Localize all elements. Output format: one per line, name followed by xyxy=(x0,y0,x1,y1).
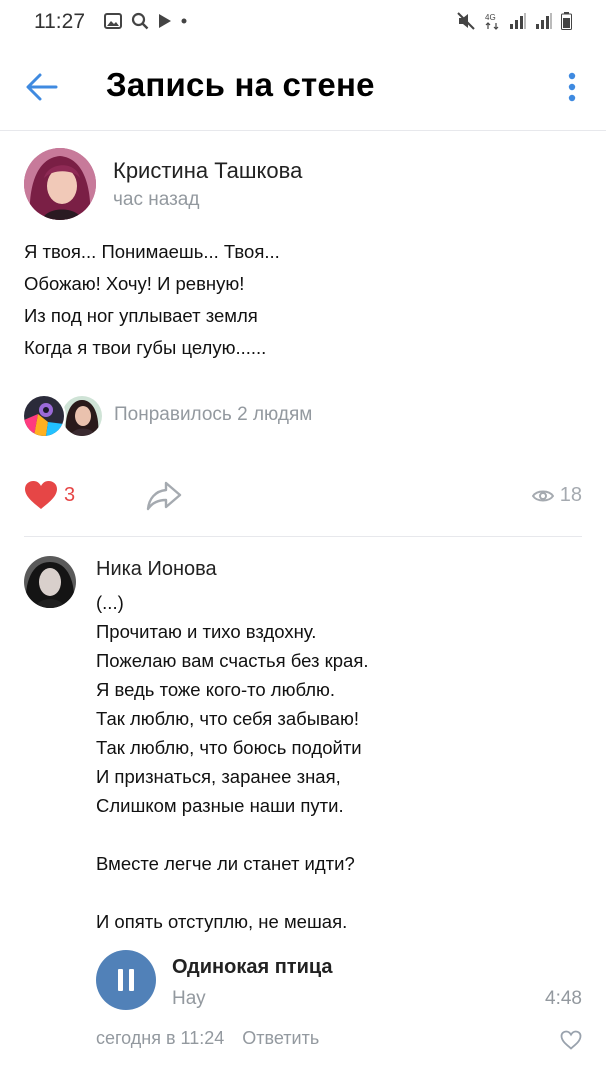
comment-text-line: Так люблю, что себя забываю! xyxy=(96,708,359,729)
eye-icon xyxy=(531,490,554,501)
page-title: Запись на стене xyxy=(106,66,375,103)
pause-button[interactable] xyxy=(96,950,156,1010)
status-bar: 11:27 4G xyxy=(0,0,606,44)
comment-text-line: Слишком разные наши пути. xyxy=(96,795,344,816)
post-text-line: Когда я твои губы целую...... xyxy=(24,337,267,358)
search-icon xyxy=(131,12,149,30)
views-count: 18 xyxy=(559,484,582,506)
track-title: Одинокая птица xyxy=(172,956,333,978)
comment-like-button[interactable] xyxy=(560,1030,582,1050)
liker-avatar xyxy=(60,394,104,438)
share-button[interactable] xyxy=(146,480,182,512)
comment-text-line: Прочитаю и тихо вздохну. xyxy=(96,621,317,642)
track-artist[interactable]: Нау xyxy=(172,988,206,1010)
comment-text-line: И опять отступлю, не мешая. xyxy=(96,911,348,932)
signal-icon xyxy=(510,13,526,29)
track-duration: 4:48 xyxy=(545,988,582,1009)
comment-text-line: (...) xyxy=(96,592,124,613)
heart-outline-icon xyxy=(560,1030,582,1050)
pause-icon xyxy=(118,969,134,991)
share-icon xyxy=(146,481,182,511)
reply-button[interactable]: Ответить xyxy=(242,1028,319,1049)
heart-filled-icon xyxy=(25,481,57,509)
comment-text-line: Так люблю, что боюсь подойти xyxy=(96,737,362,758)
comment-text: (...) Прочитаю и тихо вздохну. Пожелаю в… xyxy=(96,588,369,936)
like-count: 3 xyxy=(64,483,76,506)
more-options-button[interactable] xyxy=(562,70,582,104)
mute-icon xyxy=(457,12,475,30)
dot-icon xyxy=(181,18,187,24)
more-vertical-icon xyxy=(568,72,576,102)
comment-text-line: Я ведь тоже кого-то люблю. xyxy=(96,679,336,700)
status-right-icons: 4G xyxy=(457,12,572,30)
comment-author-avatar[interactable] xyxy=(24,556,76,608)
back-button[interactable] xyxy=(24,71,60,103)
post-author-avatar[interactable] xyxy=(24,148,96,220)
comment-author-name[interactable]: Ника Ионова xyxy=(96,558,217,581)
liked-by-label: Понравилось 2 людям xyxy=(114,404,313,425)
comment-footer: сегодня в 11:24 Ответить xyxy=(96,1028,319,1049)
battery-icon xyxy=(561,12,572,30)
comment-text-line: Вместе легче ли станет идти? xyxy=(96,853,355,874)
comment-text-line: И признаться, заранее зная, xyxy=(96,766,341,787)
status-left-icons xyxy=(104,12,187,30)
like-button[interactable]: 3 xyxy=(24,480,75,510)
comment-timestamp: сегодня в 11:24 xyxy=(96,1028,225,1048)
views-counter: 18 xyxy=(531,484,582,507)
liked-by-row[interactable]: Понравилось 2 людям xyxy=(22,392,362,438)
4g-icon: 4G xyxy=(485,13,499,30)
post-actions: 3 18 xyxy=(0,470,606,526)
arrow-left-icon xyxy=(26,73,58,101)
post-text: Я твоя... Понимаешь... Твоя... Обожаю! Х… xyxy=(24,236,280,364)
post-text-line: Из под ног уплывает земля xyxy=(24,305,258,326)
liker-avatar xyxy=(22,394,66,438)
post-timestamp: час назад xyxy=(113,189,200,210)
page-header: Запись на стене xyxy=(0,44,606,131)
signal-icon xyxy=(536,13,552,29)
status-time: 11:27 xyxy=(34,10,85,33)
post-text-line: Я твоя... Понимаешь... Твоя... xyxy=(24,241,280,262)
comment-text-line: Пожелаю вам счастья без края. xyxy=(96,650,369,671)
play-icon xyxy=(159,14,171,28)
svg-text:4G: 4G xyxy=(485,13,496,22)
post-author-name[interactable]: Кристина Ташкова xyxy=(113,158,302,184)
audio-attachment[interactable]: Одинокая птица Нау 4:48 xyxy=(96,950,586,1016)
gallery-icon xyxy=(104,13,122,29)
divider xyxy=(24,536,582,537)
post-text-line: Обожаю! Хочу! И ревную! xyxy=(24,273,245,294)
comment-text-line xyxy=(96,820,369,849)
comment-text-line xyxy=(96,878,369,907)
